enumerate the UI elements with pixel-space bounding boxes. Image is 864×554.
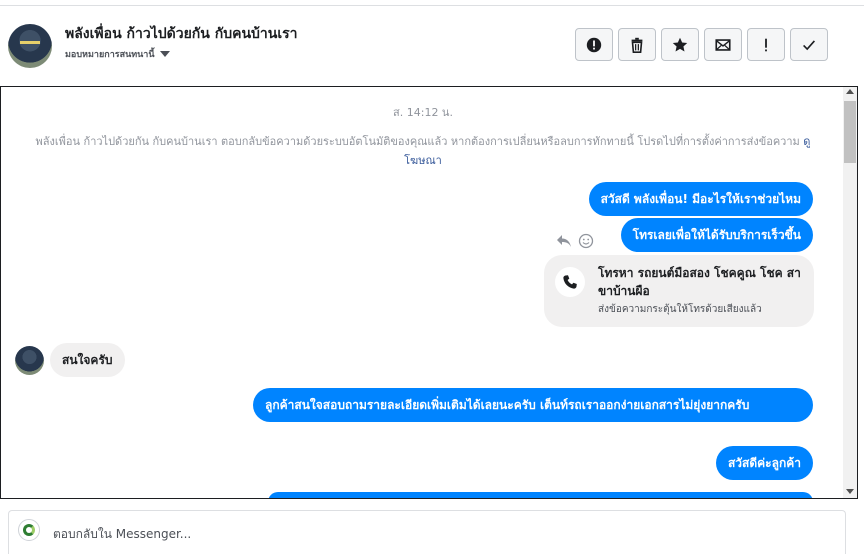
contact-name[interactable]: พลังเพื่อน ก้าวไปด้วยกัน กับคนบ้านเรา	[65, 23, 298, 45]
spam-button[interactable]	[747, 28, 785, 61]
conversation-pane[interactable]: ส. 14:12 น. พลังเพื่อน ก้าวไปด้วยกัน กับ…	[0, 86, 858, 499]
trash-icon	[631, 37, 643, 53]
call-card-subtitle: ส่งข้อความกระตุ้นให้โทรด้วยเสียงแล้ว	[598, 304, 762, 315]
assign-conversation-dropdown[interactable]: มอบหมายการสนทนานี้	[65, 47, 170, 61]
scrollbar-thumb[interactable]	[844, 101, 856, 163]
mark-unread-button[interactable]	[704, 28, 742, 61]
auto-reply-notice-text: พลังเพื่อน ก้าวไปด้วยกัน กับคนบ้านเรา ตอ…	[35, 135, 800, 148]
header-actions	[575, 28, 828, 61]
scroll-up-arrow-icon[interactable]	[846, 89, 854, 94]
reply-composer[interactable]: ตอบกลับใน Messenger...	[8, 510, 846, 554]
outgoing-message[interactable]: สวัสดีค่ะลูกค้า	[715, 446, 813, 480]
outgoing-message-partial[interactable]	[268, 492, 813, 498]
auto-reply-notice: พลังเพื่อน ก้าวไปด้วยกัน กับคนบ้านเรา ตอ…	[25, 132, 821, 170]
check-icon	[803, 39, 816, 50]
alert-circle-icon	[586, 37, 602, 52]
exclamation-icon	[765, 38, 767, 51]
scroll-down-arrow-icon[interactable]	[846, 489, 854, 494]
star-icon	[672, 37, 688, 51]
call-card[interactable]: โทรหา รถยนต์มือสอง โชคคูณ โชค สาขาบ้านผื…	[544, 255, 814, 327]
customer-avatar[interactable]	[15, 346, 44, 375]
message-timestamp: ส. 14:12 น.	[393, 106, 453, 119]
conversation-scrollbar[interactable]	[843, 87, 857, 498]
delete-button[interactable]	[618, 28, 656, 61]
outgoing-message[interactable]: โทรเลยเพื่อให้ได้รับบริการเร็วขึ้น	[620, 218, 813, 252]
emoji-icon[interactable]	[578, 233, 594, 249]
envelope-icon	[715, 38, 731, 51]
caret-down-icon	[159, 51, 170, 57]
incoming-message[interactable]: สนใจครับ	[50, 343, 125, 377]
call-card-title: โทรหา รถยนต์มือสอง โชคคูณ โชค สาขาบ้านผื…	[598, 266, 801, 298]
star-button[interactable]	[661, 28, 699, 61]
outgoing-message[interactable]: สวัสดี พลังเพื่อน! มีอะไรให้เราช่วยไหม	[588, 182, 813, 216]
reply-icon[interactable]	[556, 234, 572, 248]
assign-label: มอบหมายการสนทนานี้	[65, 50, 155, 60]
conversation-header: พลังเพื่อน ก้าวไปด้วยกัน กับคนบ้านเรา มอ…	[0, 6, 864, 86]
reply-input-placeholder[interactable]: ตอบกลับใน Messenger...	[53, 525, 191, 544]
message-tools	[556, 233, 594, 249]
page-avatar	[18, 519, 40, 541]
phone-icon	[555, 267, 585, 297]
report-button[interactable]	[575, 28, 613, 61]
contact-avatar[interactable]	[8, 24, 52, 68]
done-button[interactable]	[790, 28, 828, 61]
outgoing-message[interactable]: ลูกค้าสนใจสอบถามรายละเอียดเพิ่มเติมได้เล…	[253, 388, 813, 422]
